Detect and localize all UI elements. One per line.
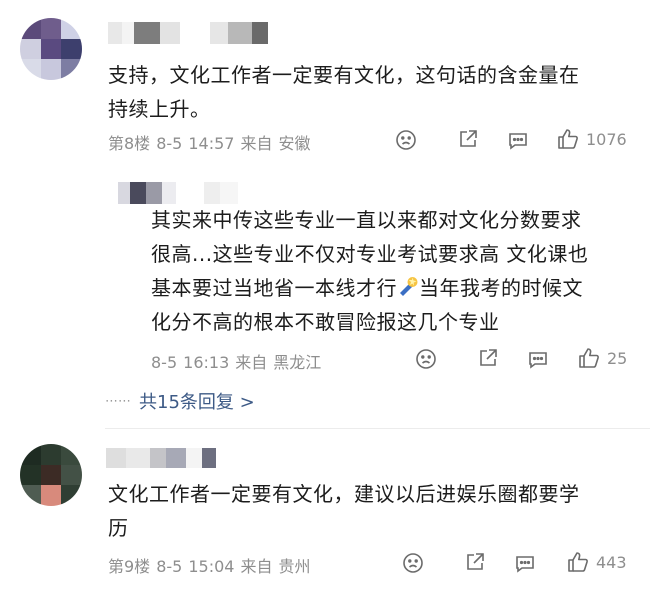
reply-reply-button[interactable]: [527, 348, 549, 370]
comment-text-line: 支持，文化工作者一定要有文化，这句话的含金量在: [108, 63, 580, 87]
username-obscured[interactable]: [108, 22, 268, 44]
reply-button[interactable]: [514, 552, 536, 574]
comment-meta: 第9楼 8-5 15:04 来自 贵州: [108, 553, 316, 577]
like-button[interactable]: 443: [566, 550, 627, 574]
comment-text: 文化工作者一定要有文化，建议以后进娱乐圈都要学 历: [108, 477, 628, 545]
like-button[interactable]: 1076: [556, 127, 627, 151]
like-count: 25: [607, 348, 628, 368]
share-button[interactable]: [457, 128, 479, 150]
thumbs-up-icon: [568, 552, 588, 572]
more-replies[interactable]: ⋯⋯ 共15条回复 >: [105, 388, 255, 414]
comment-date: 8-5: [156, 557, 183, 576]
reply-text-segment: 基本要过当地省一本线才行: [151, 276, 397, 300]
reply-like-button[interactable]: 25: [577, 346, 627, 370]
reply-text-line: 化分不高的根本不敢冒险报这几个专业: [151, 310, 500, 334]
reply-dislike-button[interactable]: [415, 348, 437, 370]
share-icon: [480, 349, 497, 366]
reply-date: 8-5: [151, 353, 178, 372]
reply-meta: 8-5 16:13 来自 黑龙江: [151, 349, 327, 373]
reply-text: 其实来中传这些专业一直以来都对文化分数要求 很高...这些专业不仅对专业考试要求…: [151, 203, 631, 339]
more-replies-link[interactable]: 共15条回复 >: [139, 388, 255, 414]
dislike-button[interactable]: [395, 129, 417, 151]
location-prefix: 来自: [240, 557, 273, 576]
comment-text-line: 历: [108, 516, 129, 540]
share-button[interactable]: [464, 551, 486, 573]
user-avatar[interactable]: [20, 18, 82, 80]
floor-number: 第9楼: [108, 557, 151, 576]
comment-meta: 第8楼 8-5 14:57 来自 安徽: [108, 130, 316, 154]
reply-text-segment: 当年我考的时候文: [419, 276, 583, 300]
sad-face-icon: [403, 553, 423, 573]
comment-text: 支持，文化工作者一定要有文化，这句话的含金量在 持续上升。: [108, 58, 628, 126]
like-count: 443: [596, 552, 627, 572]
reply-username-obscured[interactable]: [118, 182, 238, 204]
share-icon: [460, 130, 477, 147]
thumbs-up-icon: [558, 129, 578, 149]
thumbs-up-icon: [579, 348, 599, 368]
floor-number: 第8楼: [108, 134, 151, 153]
location-prefix: 来自: [240, 134, 273, 153]
comment-time: 15:04: [188, 557, 235, 576]
comment-date: 8-5: [156, 134, 183, 153]
comment-icon: [509, 133, 527, 150]
comment-time: 14:57: [188, 134, 235, 153]
comment-icon: [516, 556, 534, 573]
megaphone-emoji-icon: [400, 277, 418, 296]
sad-face-icon: [396, 130, 416, 150]
share-icon: [467, 553, 484, 570]
reply-share-button[interactable]: [477, 347, 499, 369]
username-obscured[interactable]: [106, 448, 226, 468]
reply-text-line: 基本要过当地省一本线才行 当年我考的时候文: [151, 271, 631, 305]
sad-face-icon: [416, 349, 436, 369]
dislike-button[interactable]: [402, 552, 424, 574]
reply-location: 黑龙江: [273, 353, 322, 372]
comment-icon: [529, 352, 547, 369]
comment-text-line: 持续上升。: [108, 97, 211, 121]
divider: [105, 428, 650, 429]
more-replies-dots: ⋯⋯: [105, 393, 131, 409]
reply-button[interactable]: [507, 129, 529, 151]
reply-text-line: 其实来中传这些专业一直以来都对文化分数要求: [151, 208, 582, 232]
comment-location: 安徽: [278, 134, 311, 153]
location-prefix: 来自: [235, 353, 268, 372]
comment-location: 贵州: [278, 557, 311, 576]
comment-text-line: 文化工作者一定要有文化，建议以后进娱乐圈都要学: [108, 482, 580, 506]
reply-time: 16:13: [183, 353, 230, 372]
user-avatar[interactable]: [20, 444, 82, 506]
like-count: 1076: [586, 129, 627, 149]
reply-text-line: 很高...这些专业不仅对专业考试要求高 文化课也: [151, 242, 589, 266]
